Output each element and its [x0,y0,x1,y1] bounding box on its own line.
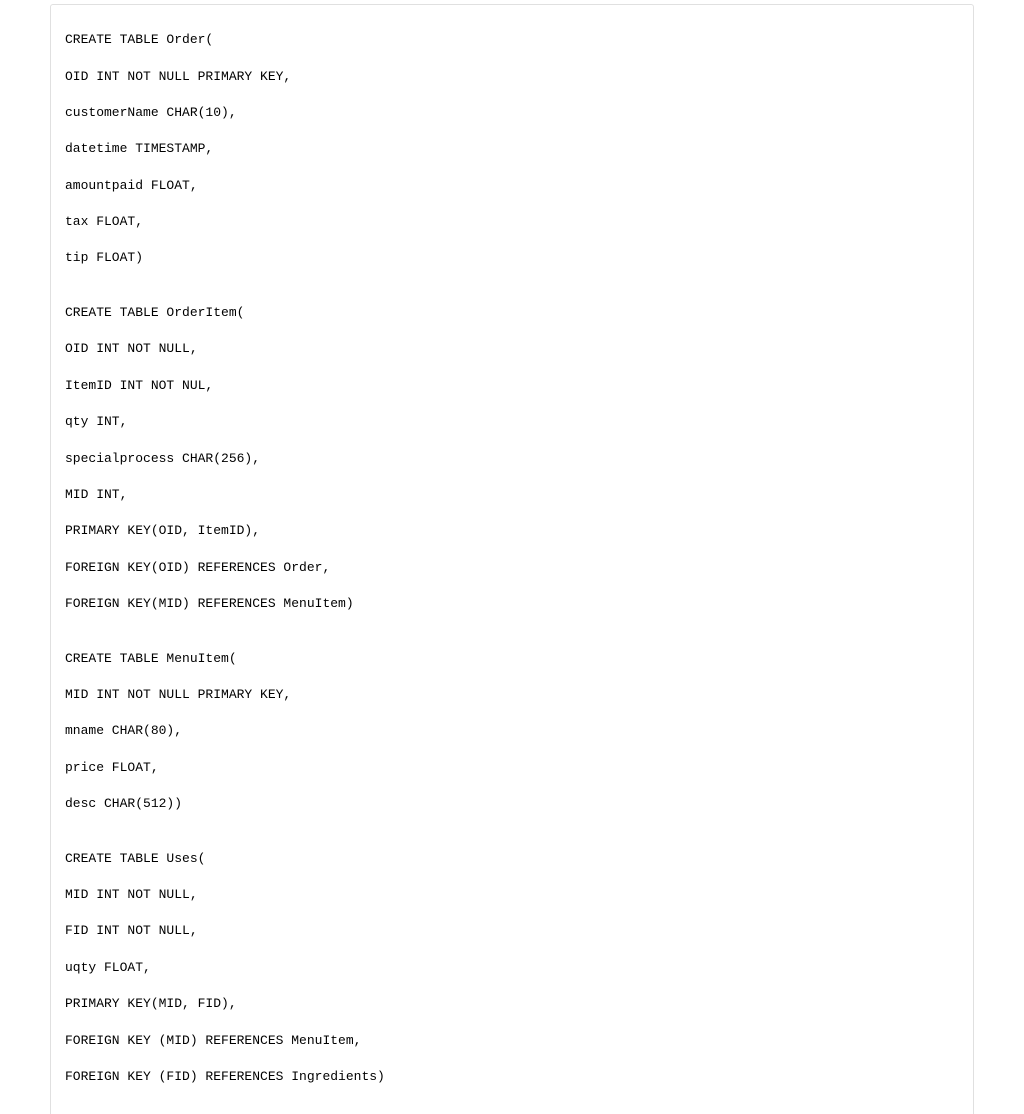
code-line: FOREIGN KEY(MID) REFERENCES MenuItem) [65,595,959,613]
code-line: qty INT, [65,413,959,431]
code-line: customerName CHAR(10), [65,104,959,122]
code-line: ItemID INT NOT NUL, [65,377,959,395]
code-line: OID INT NOT NULL, [65,340,959,358]
code-line: datetime TIMESTAMP, [65,140,959,158]
code-line: CREATE TABLE Order( [65,31,959,49]
sql-code-block: CREATE TABLE Order( OID INT NOT NULL PRI… [50,4,974,1114]
code-line: CREATE TABLE OrderItem( [65,304,959,322]
code-line: price FLOAT, [65,759,959,777]
code-line: tax FLOAT, [65,213,959,231]
code-line: tip FLOAT) [65,249,959,267]
code-line: specialprocess CHAR(256), [65,450,959,468]
code-line: amountpaid FLOAT, [65,177,959,195]
code-line: OID INT NOT NULL PRIMARY KEY, [65,68,959,86]
code-line: FOREIGN KEY (FID) REFERENCES Ingredients… [65,1068,959,1086]
code-line: PRIMARY KEY(OID, ItemID), [65,522,959,540]
code-line: mname CHAR(80), [65,722,959,740]
code-line: FID INT NOT NULL, [65,922,959,940]
code-line: PRIMARY KEY(MID, FID), [65,995,959,1013]
code-line: MID INT NOT NULL, [65,886,959,904]
code-line: desc CHAR(512)) [65,795,959,813]
code-line: CREATE TABLE MenuItem( [65,650,959,668]
code-line: MID INT NOT NULL PRIMARY KEY, [65,686,959,704]
code-line: MID INT, [65,486,959,504]
code-line: FOREIGN KEY(OID) REFERENCES Order, [65,559,959,577]
code-line: CREATE TABLE Uses( [65,850,959,868]
code-line: uqty FLOAT, [65,959,959,977]
code-line: FOREIGN KEY (MID) REFERENCES MenuItem, [65,1032,959,1050]
